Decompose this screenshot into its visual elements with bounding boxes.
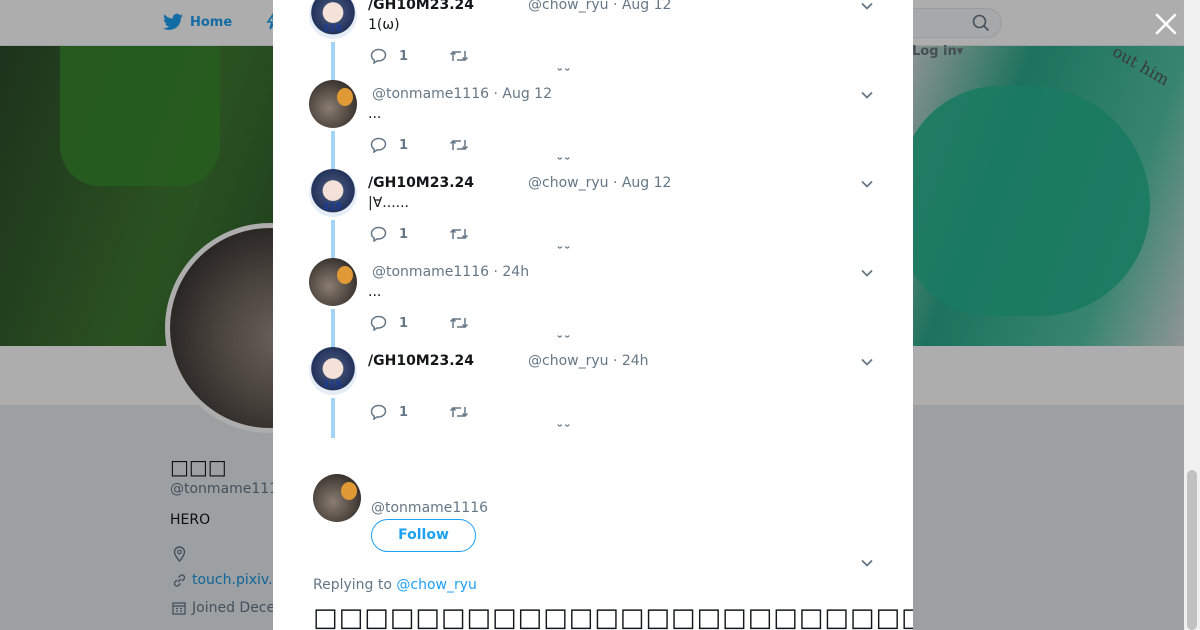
replying-to-mention[interactable]: @chow_ryu — [396, 577, 477, 593]
tweet-handle-time[interactable]: @tonmame1116 · Aug 12 — [372, 86, 552, 102]
thread-tweet[interactable]: @tonmame1116 · 24h... 1 — [273, 258, 913, 349]
thread-connector — [331, 131, 335, 171]
retweet-icon[interactable] — [449, 49, 469, 63]
tweet-author-name[interactable]: /GH10M23.24 — [368, 353, 474, 369]
show-more-replies-icon[interactable] — [557, 156, 571, 162]
chevron-down-icon[interactable] — [860, 355, 874, 369]
main-tweet-avatar[interactable] — [313, 474, 361, 522]
thread-connector — [331, 220, 335, 260]
retweet-icon[interactable] — [449, 316, 469, 330]
tweet-avatar[interactable] — [309, 0, 357, 39]
thread-connector — [331, 398, 335, 438]
main-tweet-text: □□□□□□□□□□□□□□□□□□□□□□□□□□□□□□(□) — [313, 603, 913, 630]
show-more-replies-icon[interactable] — [557, 334, 571, 340]
tweet-text: |∀...... — [368, 195, 409, 211]
reply-count: 1 — [399, 405, 409, 420]
replying-to: Replying to @chow_ryu — [313, 577, 477, 593]
tweet-text: ... — [368, 284, 382, 300]
thread-connector — [331, 309, 335, 349]
tweet-author-name[interactable]: /GH10M23.24 — [368, 0, 474, 13]
tweet-author-name[interactable]: /GH10M23.24 — [368, 175, 474, 191]
tweet-handle-time[interactable]: @chow_ryu · Aug 12 — [528, 0, 671, 13]
tweet-handle-time[interactable]: @chow_ryu · 24h — [528, 353, 649, 369]
retweet-icon[interactable] — [449, 405, 469, 419]
tweet-avatar[interactable] — [309, 169, 357, 217]
tweet-avatar[interactable] — [309, 80, 357, 128]
reply-icon[interactable] — [370, 315, 387, 331]
chevron-down-icon[interactable] — [860, 556, 874, 570]
follow-button[interactable]: Follow — [371, 519, 476, 552]
thread-connector — [331, 42, 335, 82]
tweet-text: ... — [368, 106, 382, 122]
close-icon[interactable] — [1154, 12, 1178, 36]
chevron-down-icon[interactable] — [860, 0, 874, 13]
show-more-replies-icon[interactable] — [557, 67, 571, 73]
tweet-handle-time[interactable]: @chow_ryu · Aug 12 — [528, 175, 671, 191]
thread-tweet[interactable]: /GH10M23.24 @chow_ryu · Aug 12 |∀...... 1 — [273, 169, 913, 260]
reply-count: 1 — [399, 138, 409, 153]
scrollbar-thumb[interactable] — [1187, 470, 1197, 630]
chevron-down-icon[interactable] — [860, 266, 874, 280]
thread-tweet[interactable]: /GH10M23.24 @chow_ryu · Aug 12 1(ω) 1 — [273, 0, 913, 82]
tweet-avatar[interactable] — [309, 258, 357, 306]
main-tweet-handle[interactable]: @tonmame1116 — [371, 500, 488, 516]
tweet-avatar[interactable] — [309, 347, 357, 395]
show-more-replies-icon[interactable] — [557, 245, 571, 251]
chevron-down-icon[interactable] — [860, 177, 874, 191]
tweet-text: 1(ω) — [368, 17, 400, 33]
reply-count: 1 — [399, 49, 409, 64]
retweet-icon[interactable] — [449, 138, 469, 152]
chevron-down-icon[interactable] — [860, 88, 874, 102]
retweet-icon[interactable] — [449, 227, 469, 241]
tweet-modal: /GH10M23.24@chow_ryu · Aug 121(ω)1@tonma… — [273, 0, 913, 630]
reply-icon[interactable] — [370, 48, 387, 64]
show-more-replies-icon[interactable] — [557, 423, 571, 429]
reply-icon[interactable] — [370, 226, 387, 242]
reply-count: 1 — [399, 316, 409, 331]
thread-tweet[interactable]: /GH10M23.24 @chow_ryu · 24h 1 — [273, 347, 913, 438]
thread-tweet[interactable]: @tonmame1116 · Aug 12... 1 — [273, 80, 913, 171]
reply-icon[interactable] — [370, 404, 387, 420]
reply-count: 1 — [399, 227, 409, 242]
tweet-handle-time[interactable]: @tonmame1116 · 24h — [372, 264, 529, 280]
reply-icon[interactable] — [370, 137, 387, 153]
